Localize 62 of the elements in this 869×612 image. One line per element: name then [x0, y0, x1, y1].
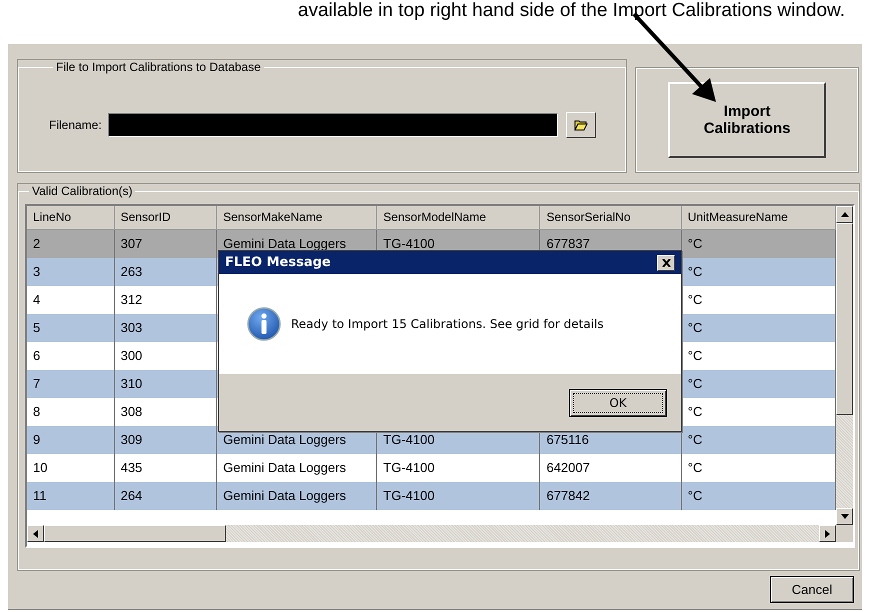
- table-cell: 310: [120, 376, 142, 391]
- scroll-down-icon[interactable]: [836, 508, 853, 525]
- ok-button[interactable]: OK: [569, 388, 667, 416]
- table-cell: °C: [688, 264, 702, 279]
- group-title: Valid Calibration(s): [31, 184, 134, 198]
- dialog-message: Ready to Import 15 Calibrations. See grid for details: [291, 317, 604, 331]
- table-cell: °C: [688, 488, 702, 503]
- table-cell: 9: [33, 432, 40, 447]
- table-cell: TG-4100: [383, 488, 435, 503]
- folder-icon[interactable]: [566, 112, 596, 138]
- table-cell: Gemini Data Loggers: [223, 460, 346, 475]
- table-cell: 8: [33, 404, 40, 419]
- table-cell: °C: [688, 348, 702, 363]
- table-cell: °C: [688, 460, 702, 475]
- cancel-button[interactable]: Cancel: [770, 576, 854, 603]
- scroll-thumb[interactable]: [44, 525, 226, 542]
- table-cell: 4: [33, 292, 40, 307]
- table-row[interactable]: 11 264 Gemini Data Loggers TG-4100 677842 °C: [27, 482, 836, 510]
- table-cell: 263: [120, 264, 142, 279]
- close-icon[interactable]: [657, 254, 675, 270]
- table-cell: TG-4100: [383, 236, 435, 251]
- table-cell: °C: [688, 432, 702, 447]
- table-cell: 300: [120, 348, 142, 363]
- table-cell: 10: [33, 460, 48, 475]
- import-calibrations-button[interactable]: Import Calibrations: [668, 82, 826, 158]
- table-cell: 5: [33, 320, 40, 335]
- filename-label: Filename:: [49, 118, 102, 132]
- filename-field[interactable]: [108, 113, 558, 137]
- table-cell: 677842: [546, 488, 590, 503]
- table-cell: 11: [33, 488, 46, 503]
- scroll-up-icon[interactable]: [836, 206, 853, 223]
- table-cell: 7: [33, 376, 40, 391]
- table-cell: °C: [688, 320, 702, 335]
- table-cell: 677837: [546, 236, 590, 251]
- table-cell: 312: [120, 292, 142, 307]
- table-cell: °C: [688, 376, 702, 391]
- caption-text: available in top right hand side of the Import Calibrations window.: [298, 0, 845, 22]
- info-icon: [247, 307, 281, 341]
- table-cell: TG-4100: [383, 432, 435, 447]
- scroll-left-icon[interactable]: [27, 525, 44, 542]
- table-cell: 3: [33, 264, 40, 279]
- table-cell: 309: [120, 432, 142, 447]
- table-cell: 308: [120, 404, 142, 419]
- table-cell: 307: [120, 236, 142, 251]
- scroll-right-icon[interactable]: [819, 525, 836, 542]
- scroll-thumb[interactable]: [836, 223, 853, 415]
- table-cell: °C: [688, 404, 702, 419]
- table-cell: Gemini Data Loggers: [223, 432, 346, 447]
- table-cell: TG-4100: [383, 460, 435, 475]
- table-cell: 642007: [546, 460, 590, 475]
- table-cell: 675116: [546, 432, 589, 447]
- group-title: File to Import Calibrations to Database: [55, 60, 262, 74]
- table-cell: °C: [688, 236, 702, 251]
- table-cell: Gemini Data Loggers: [223, 236, 346, 251]
- table-cell: 303: [120, 320, 142, 335]
- table-cell: 2: [33, 236, 40, 251]
- table-cell: Gemini Data Loggers: [223, 488, 346, 503]
- table-cell: 264: [120, 488, 142, 503]
- table-cell: °C: [688, 292, 702, 307]
- table-cell: 6: [33, 348, 40, 363]
- dialog-title: FLEO Message: [225, 255, 331, 270]
- table-cell: 435: [120, 460, 142, 475]
